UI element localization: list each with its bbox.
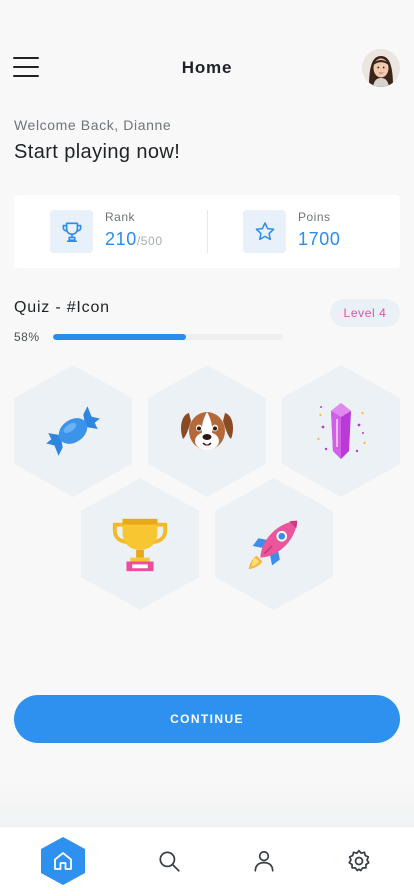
- profile-icon: [254, 850, 274, 872]
- bottom-fade: [0, 780, 414, 826]
- rank-number: 210: [105, 229, 137, 249]
- rocket-tile[interactable]: [215, 478, 333, 610]
- quiz-title: Quiz - #Icon: [14, 299, 110, 316]
- quiz-progress-bar: [53, 334, 283, 340]
- trophy-outline-icon: [50, 210, 93, 253]
- crystal-icon: [317, 403, 366, 459]
- trophy-tile[interactable]: [81, 478, 199, 610]
- rank-total: /500: [136, 234, 163, 248]
- page-title: Home: [181, 58, 233, 77]
- candy-tile[interactable]: [14, 365, 132, 497]
- progress-percent: 58%: [14, 330, 40, 344]
- nav-profile[interactable]: [242, 837, 286, 885]
- quiz-progress-fill: [53, 334, 187, 340]
- star-outline-icon: [243, 210, 286, 253]
- home-screen: Home Welcome Back, Dianne Start playing …: [0, 0, 414, 896]
- settings-icon: [348, 849, 370, 872]
- dog-tile[interactable]: [148, 365, 266, 497]
- dog-icon: [181, 412, 233, 450]
- nav-search[interactable]: [147, 837, 191, 885]
- points-label: Poins: [298, 210, 331, 224]
- candy-icon: [46, 406, 100, 456]
- crystal-tile[interactable]: [282, 365, 400, 497]
- bottom-nav: [0, 826, 414, 896]
- nav-settings[interactable]: [337, 837, 381, 885]
- welcome-message: Welcome Back, Dianne: [14, 117, 172, 133]
- rocket-icon: [248, 520, 298, 570]
- trophy-icon: [112, 518, 168, 572]
- rank-label: Rank: [105, 210, 136, 224]
- level-badge: Level 4: [330, 299, 400, 327]
- nav-home[interactable]: [41, 837, 85, 885]
- stats-card: Rank 210/500 Poins 1700: [14, 195, 400, 268]
- user-avatar[interactable]: [362, 49, 400, 87]
- points-value: 1700: [298, 229, 341, 249]
- continue-button[interactable]: CONTINUE: [14, 695, 400, 743]
- stats-divider: [207, 210, 208, 253]
- headline: Start playing now!: [14, 141, 181, 163]
- home-icon: [54, 852, 72, 870]
- rank-value: 210/500: [105, 229, 163, 250]
- search-icon: [159, 851, 180, 872]
